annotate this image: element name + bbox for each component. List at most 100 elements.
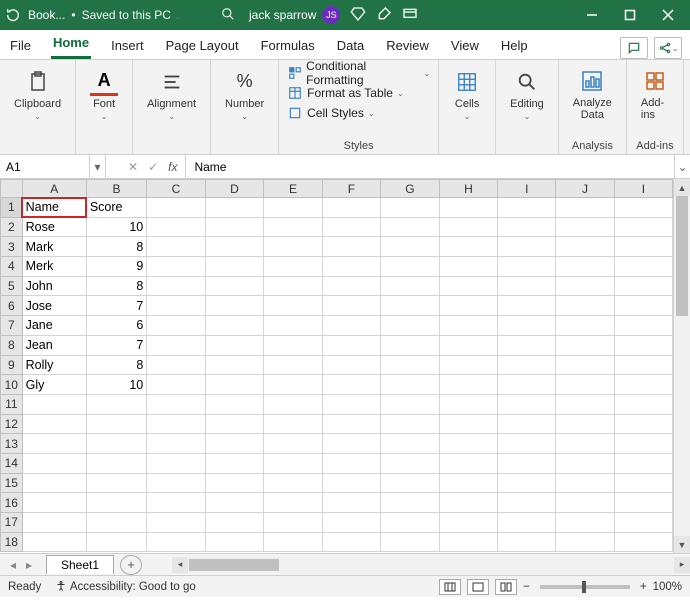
vertical-scroll-thumb[interactable] [676,196,688,316]
cell[interactable] [614,316,672,336]
cell[interactable] [439,217,498,237]
display-options-icon[interactable] [402,6,418,25]
cell[interactable] [498,276,556,296]
cell[interactable] [322,434,380,454]
cell[interactable] [614,355,672,375]
cell[interactable] [205,513,264,533]
cell[interactable] [147,434,206,454]
cell[interactable] [147,257,206,277]
view-page-layout-button[interactable] [467,579,489,595]
cell[interactable] [147,414,206,434]
cell[interactable] [86,493,146,513]
cell[interactable] [439,493,498,513]
cell[interactable] [205,434,264,454]
cell[interactable] [381,453,440,473]
cell[interactable] [322,355,380,375]
tab-view[interactable]: View [449,32,481,59]
cell[interactable] [439,316,498,336]
view-page-break-button[interactable] [495,579,517,595]
row-header[interactable]: 11 [1,394,23,414]
share-button[interactable]: ⌄ [654,37,682,59]
row-header[interactable]: 17 [1,513,23,533]
cell[interactable] [205,394,264,414]
sheet-tab[interactable]: Sheet1 [46,555,114,574]
cell[interactable] [498,355,556,375]
cell[interactable] [22,532,86,552]
cell[interactable] [614,198,672,218]
tab-data[interactable]: Data [335,32,366,59]
cell[interactable] [264,513,322,533]
cell[interactable] [556,453,614,473]
cell[interactable] [322,513,380,533]
cell[interactable]: Gly [22,375,86,395]
cell[interactable] [86,434,146,454]
autosave-icon[interactable] [4,6,22,24]
enter-formula-icon[interactable]: ✓ [148,160,158,174]
tab-file[interactable]: File [8,32,33,59]
cell[interactable] [322,217,380,237]
addins-button[interactable]: Add-ins [635,64,675,124]
cell[interactable] [498,217,556,237]
cell[interactable]: John [22,276,86,296]
cell[interactable] [147,217,206,237]
column-header[interactable]: H [439,180,498,198]
scroll-left-button[interactable]: ◂ [172,557,188,573]
zoom-out-button[interactable]: − [523,581,530,593]
zoom-level[interactable]: 100% [653,581,682,593]
row-header[interactable]: 5 [1,276,23,296]
cell[interactable]: Jane [22,316,86,336]
cell[interactable] [147,513,206,533]
close-button[interactable] [650,0,686,30]
name-box-dropdown[interactable]: ▾ [90,155,106,178]
cell[interactable] [322,276,380,296]
cell[interactable] [147,316,206,336]
cell[interactable] [381,513,440,533]
user-account[interactable]: jack sparrow JS [249,6,340,24]
column-header[interactable]: G [381,180,440,198]
cell[interactable]: Merk [22,257,86,277]
cell[interactable] [205,453,264,473]
cell[interactable] [439,453,498,473]
row-header[interactable]: 18 [1,532,23,552]
cell[interactable] [381,532,440,552]
cell[interactable] [86,453,146,473]
cell[interactable] [614,532,672,552]
cell[interactable] [556,434,614,454]
cell[interactable] [322,316,380,336]
tab-insert[interactable]: Insert [109,32,146,59]
cell[interactable]: Jean [22,335,86,355]
cell[interactable] [264,532,322,552]
horizontal-scrollbar[interactable]: ◂ ▸ [172,557,690,573]
vertical-scrollbar[interactable]: ▲ ▼ [673,179,690,553]
cell[interactable] [439,394,498,414]
maximize-button[interactable] [612,0,648,30]
cell[interactable] [614,217,672,237]
cell[interactable] [22,453,86,473]
cell[interactable] [264,198,322,218]
cell[interactable] [147,493,206,513]
cell[interactable] [556,355,614,375]
cell[interactable]: 7 [86,296,146,316]
cell[interactable] [205,335,264,355]
cell[interactable]: 7 [86,335,146,355]
column-header[interactable]: I [614,180,672,198]
cell[interactable] [439,198,498,218]
cell[interactable] [381,335,440,355]
cell[interactable] [614,335,672,355]
cell[interactable] [556,513,614,533]
cell[interactable] [205,217,264,237]
ribbon-collapse-button[interactable]: ⌃ [684,60,690,154]
scroll-right-button[interactable]: ▸ [674,557,690,573]
cell[interactable]: 6 [86,316,146,336]
minimize-button[interactable] [574,0,610,30]
cell[interactable] [556,493,614,513]
cell[interactable] [264,237,322,257]
cell[interactable] [381,198,440,218]
row-header[interactable]: 8 [1,335,23,355]
scroll-down-button[interactable]: ▼ [674,536,690,553]
cell[interactable] [22,434,86,454]
tab-help[interactable]: Help [499,32,530,59]
cell[interactable] [205,414,264,434]
cell[interactable] [147,237,206,257]
cell[interactable] [498,414,556,434]
